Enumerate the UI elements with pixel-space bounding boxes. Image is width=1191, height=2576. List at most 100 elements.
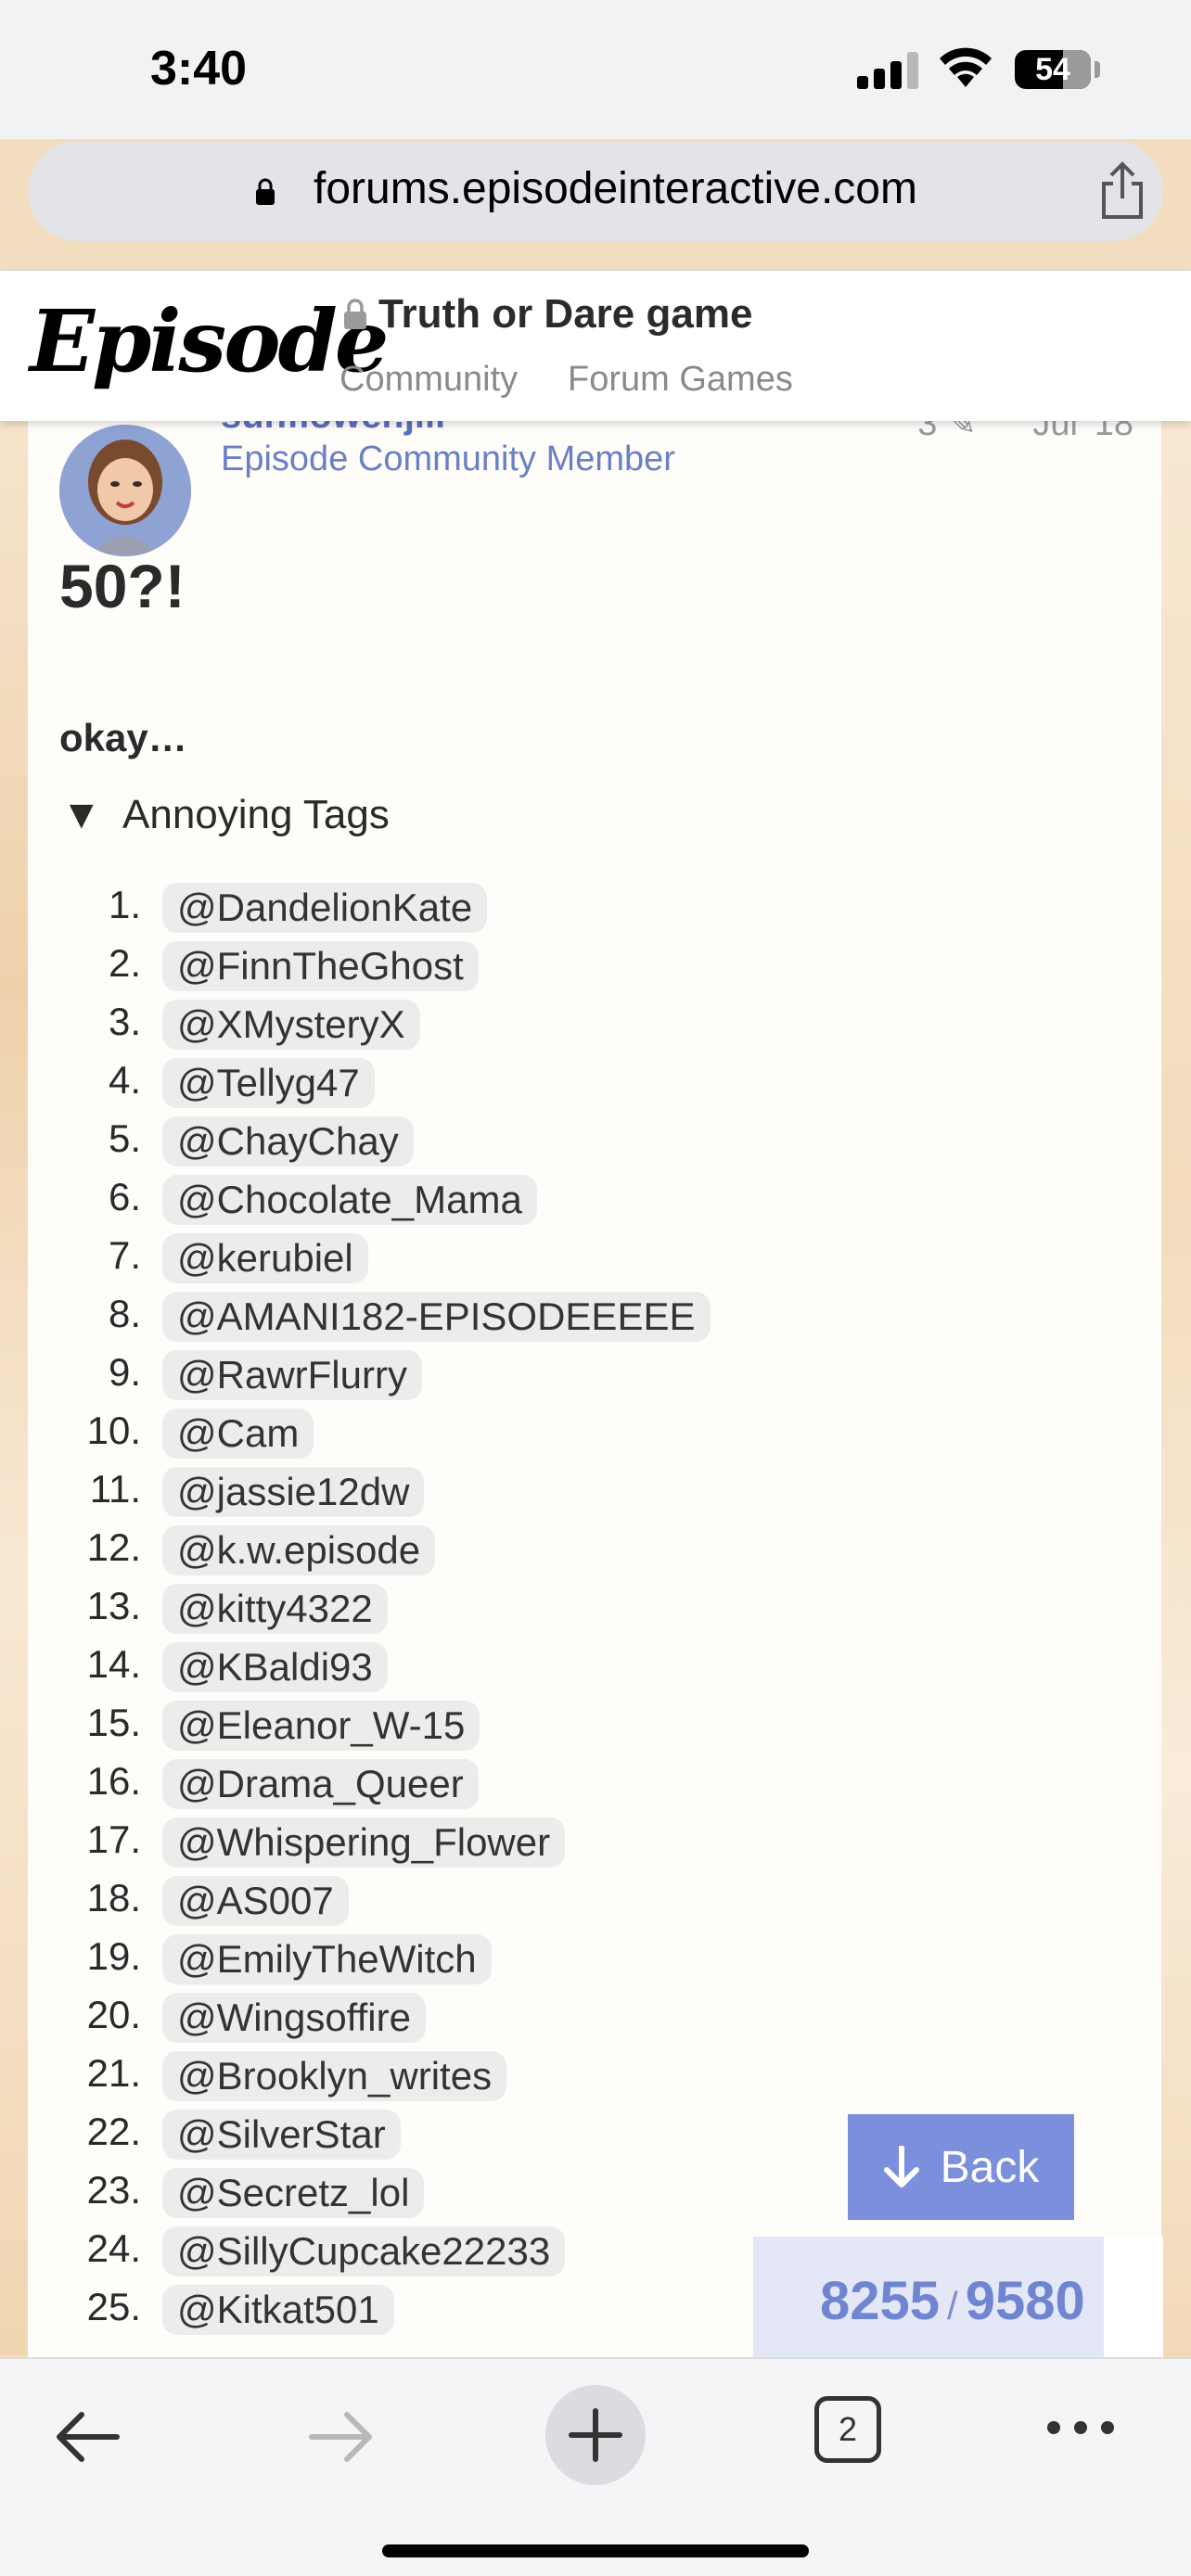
mention-link[interactable]: @kitty4322 [162,1584,388,1634]
user-title: Episode Community Member [221,440,675,478]
mention-link[interactable]: @SilverStar [162,2110,401,2160]
mention-link[interactable]: @jassie12dw [162,1467,425,1517]
mention-link[interactable]: @Cam [162,1409,314,1459]
list-number: 22. [86,2110,141,2153]
cellular-signal-icon [857,52,918,89]
topic-title[interactable]: Truth or Dare game [378,291,752,338]
avatar[interactable] [59,425,191,556]
mention-link[interactable]: @Brooklyn_writes [162,2051,507,2101]
list-item: 20. @Wingsoffire [28,1987,863,2046]
mention-link[interactable]: @SillyCupcake22233 [162,2226,566,2276]
battery-tip [1095,61,1100,78]
progress-edge [1104,2237,1161,2357]
list-number: 4. [108,1058,141,1102]
lock-icon [344,299,366,329]
tag-list: 1. @DandelionKate 2. @FinnTheGhost 3. @XMyste… [28,877,863,2338]
mention-link[interactable]: @Kitkat501 [162,2285,394,2335]
mention-link[interactable]: @XMysteryX [162,1000,420,1050]
episode-logo[interactable]: Episode [30,291,389,391]
new-tab-button[interactable] [545,2385,646,2485]
mention-link[interactable]: @Chocolate_Mama [162,1175,537,1225]
list-number: 8. [108,1292,141,1335]
mention-link[interactable]: @Wingsoffire [162,1993,426,2043]
progress-current: 8255 [820,2271,941,2331]
list-number: 10. [86,1409,141,1452]
mention-link[interactable]: @RawrFlurry [162,1350,422,1400]
mention-link[interactable]: @Drama_Queer [162,1759,479,1809]
list-number: 19. [86,1934,141,1978]
mention-link[interactable]: @Eleanor_W-15 [162,1701,480,1751]
list-item: 14. @KBaldi93 [28,1637,863,1695]
list-item: 4. @Tellyg47 [28,1052,863,1111]
list-number: 9. [108,1350,141,1394]
post-heading: 50?! [59,552,186,620]
progress-total: 9580 [965,2271,1085,2331]
back-button[interactable]: Back [848,2114,1074,2220]
list-number: 21. [86,2051,141,2095]
list-item: 25. @Kitkat501 [28,2279,863,2338]
browser-toolbar: 2 [0,2357,1191,2576]
mention-link[interactable]: @Secretz_lol [162,2168,425,2218]
progress-text: 8255/9580 [820,2271,1085,2331]
list-item: 23. @Secretz_lol [28,2162,863,2221]
breadcrumb-forum-games[interactable]: Forum Games [568,360,793,400]
post-text: okay… [59,716,187,759]
list-number: 12. [86,1525,141,1569]
back-arrow-icon[interactable] [54,2411,121,2463]
wifi-icon [940,47,992,87]
mention-link[interactable]: @Whispering_Flower [162,1817,566,1868]
triangle-down-icon: ▼ [61,792,102,837]
forward-arrow-icon[interactable] [308,2411,375,2463]
post-card: sunflower.jill 3 ✎ Jul '18 Episode Commu… [28,395,1161,2359]
mention-link[interactable]: @AS007 [162,1876,349,1926]
breadcrumb-community[interactable]: Community [339,360,518,400]
address-bar[interactable]: forums.episodeinteractive.com [28,141,1163,241]
list-item: 11. @jassie12dw [28,1461,863,1520]
mention-link[interactable]: @FinnTheGhost [162,941,479,991]
background-texture-right [1161,408,1191,2355]
details-toggle[interactable]: ▼ Annoying Tags [61,792,390,838]
topic-progress[interactable]: 8255/9580 [753,2237,1163,2357]
mention-link[interactable]: @AMANI182-EPISODEEEEE [162,1292,711,1342]
list-number: 6. [108,1175,141,1218]
list-item: 13. @kitty4322 [28,1578,863,1637]
list-item: 19. @EmilyTheWitch [28,1929,863,1987]
list-number: 2. [108,941,141,985]
list-item: 5. @ChayChay [28,1111,863,1169]
list-item: 22. @SilverStar [28,2104,863,2162]
list-item: 6. @Chocolate_Mama [28,1169,863,1228]
tabs-button[interactable]: 2 [814,2396,881,2463]
list-item: 8. @AMANI182-EPISODEEEEE [28,1286,863,1345]
lock-icon [256,178,275,205]
list-number: 24. [86,2226,141,2270]
list-number: 25. [86,2285,141,2328]
battery-level: 54 [1035,52,1070,87]
more-icon[interactable] [1046,2418,1115,2437]
list-number: 23. [86,2168,141,2212]
list-item: 24. @SillyCupcake22233 [28,2221,863,2279]
list-number: 18. [86,1876,141,1919]
home-indicator [382,2544,809,2557]
arrow-down-icon [883,2146,919,2187]
list-item: 2. @FinnTheGhost [28,936,863,994]
list-item: 7. @kerubiel [28,1228,863,1286]
list-number: 15. [86,1701,141,1744]
mention-link[interactable]: @Tellyg47 [162,1058,375,1108]
mention-link[interactable]: @DandelionKate [162,883,488,933]
list-number: 1. [108,883,141,926]
mention-link[interactable]: @KBaldi93 [162,1642,388,1692]
list-item: 9. @RawrFlurry [28,1345,863,1403]
list-item: 15. @Eleanor_W-15 [28,1695,863,1753]
list-number: 11. [89,1467,141,1511]
mention-link[interactable]: @k.w.episode [162,1525,436,1575]
mention-link[interactable]: @EmilyTheWitch [162,1934,492,1984]
list-item: 18. @AS007 [28,1870,863,1929]
site-header: Episode Truth or Dare game Community For… [0,271,1191,421]
list-number: 17. [86,1817,141,1861]
share-icon[interactable] [1095,161,1150,221]
list-item: 10. @Cam [28,1403,863,1461]
list-item: 21. @Brooklyn_writes [28,2046,863,2104]
mention-link[interactable]: @ChayChay [162,1116,414,1167]
mention-link[interactable]: @kerubiel [162,1233,368,1283]
list-item: 12. @k.w.episode [28,1520,863,1578]
